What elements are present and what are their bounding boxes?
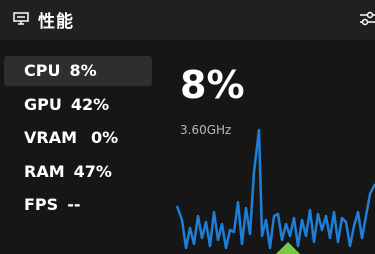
usage-line [175, 128, 375, 250]
metric-value: 47% [73, 162, 112, 181]
usage-accent [276, 242, 300, 254]
metric-list: CPU 8% GPU 42% VRAM 0% RAM 47% FPS -- [0, 40, 160, 254]
metric-gpu[interactable]: GPU 42% [4, 90, 152, 120]
usage-graph [175, 128, 375, 254]
widget-title: 性能 [38, 12, 74, 32]
detail-panel: 8% 3.60GHz [160, 40, 375, 254]
usage-value: 8% [180, 63, 245, 107]
metric-value: 42% [70, 95, 110, 114]
monitor-icon [13, 12, 29, 25]
header-bar: 性能 [0, 0, 375, 40]
metric-label: CPU [24, 61, 61, 80]
metric-value: 8% [69, 61, 97, 80]
metric-cpu[interactable]: CPU 8% [4, 56, 152, 86]
metric-ram[interactable]: RAM 47% [4, 157, 152, 187]
metric-label: RAM [24, 162, 65, 181]
metric-value: -- [67, 195, 81, 214]
metric-vram[interactable]: VRAM 0% [4, 123, 152, 153]
metric-label: GPU [24, 95, 62, 114]
sliders-icon[interactable] [359, 11, 375, 27]
metric-value: 0% [91, 128, 119, 147]
metric-label: VRAM [24, 128, 78, 147]
metric-label: FPS [24, 195, 59, 214]
metric-fps[interactable]: FPS -- [4, 190, 152, 220]
